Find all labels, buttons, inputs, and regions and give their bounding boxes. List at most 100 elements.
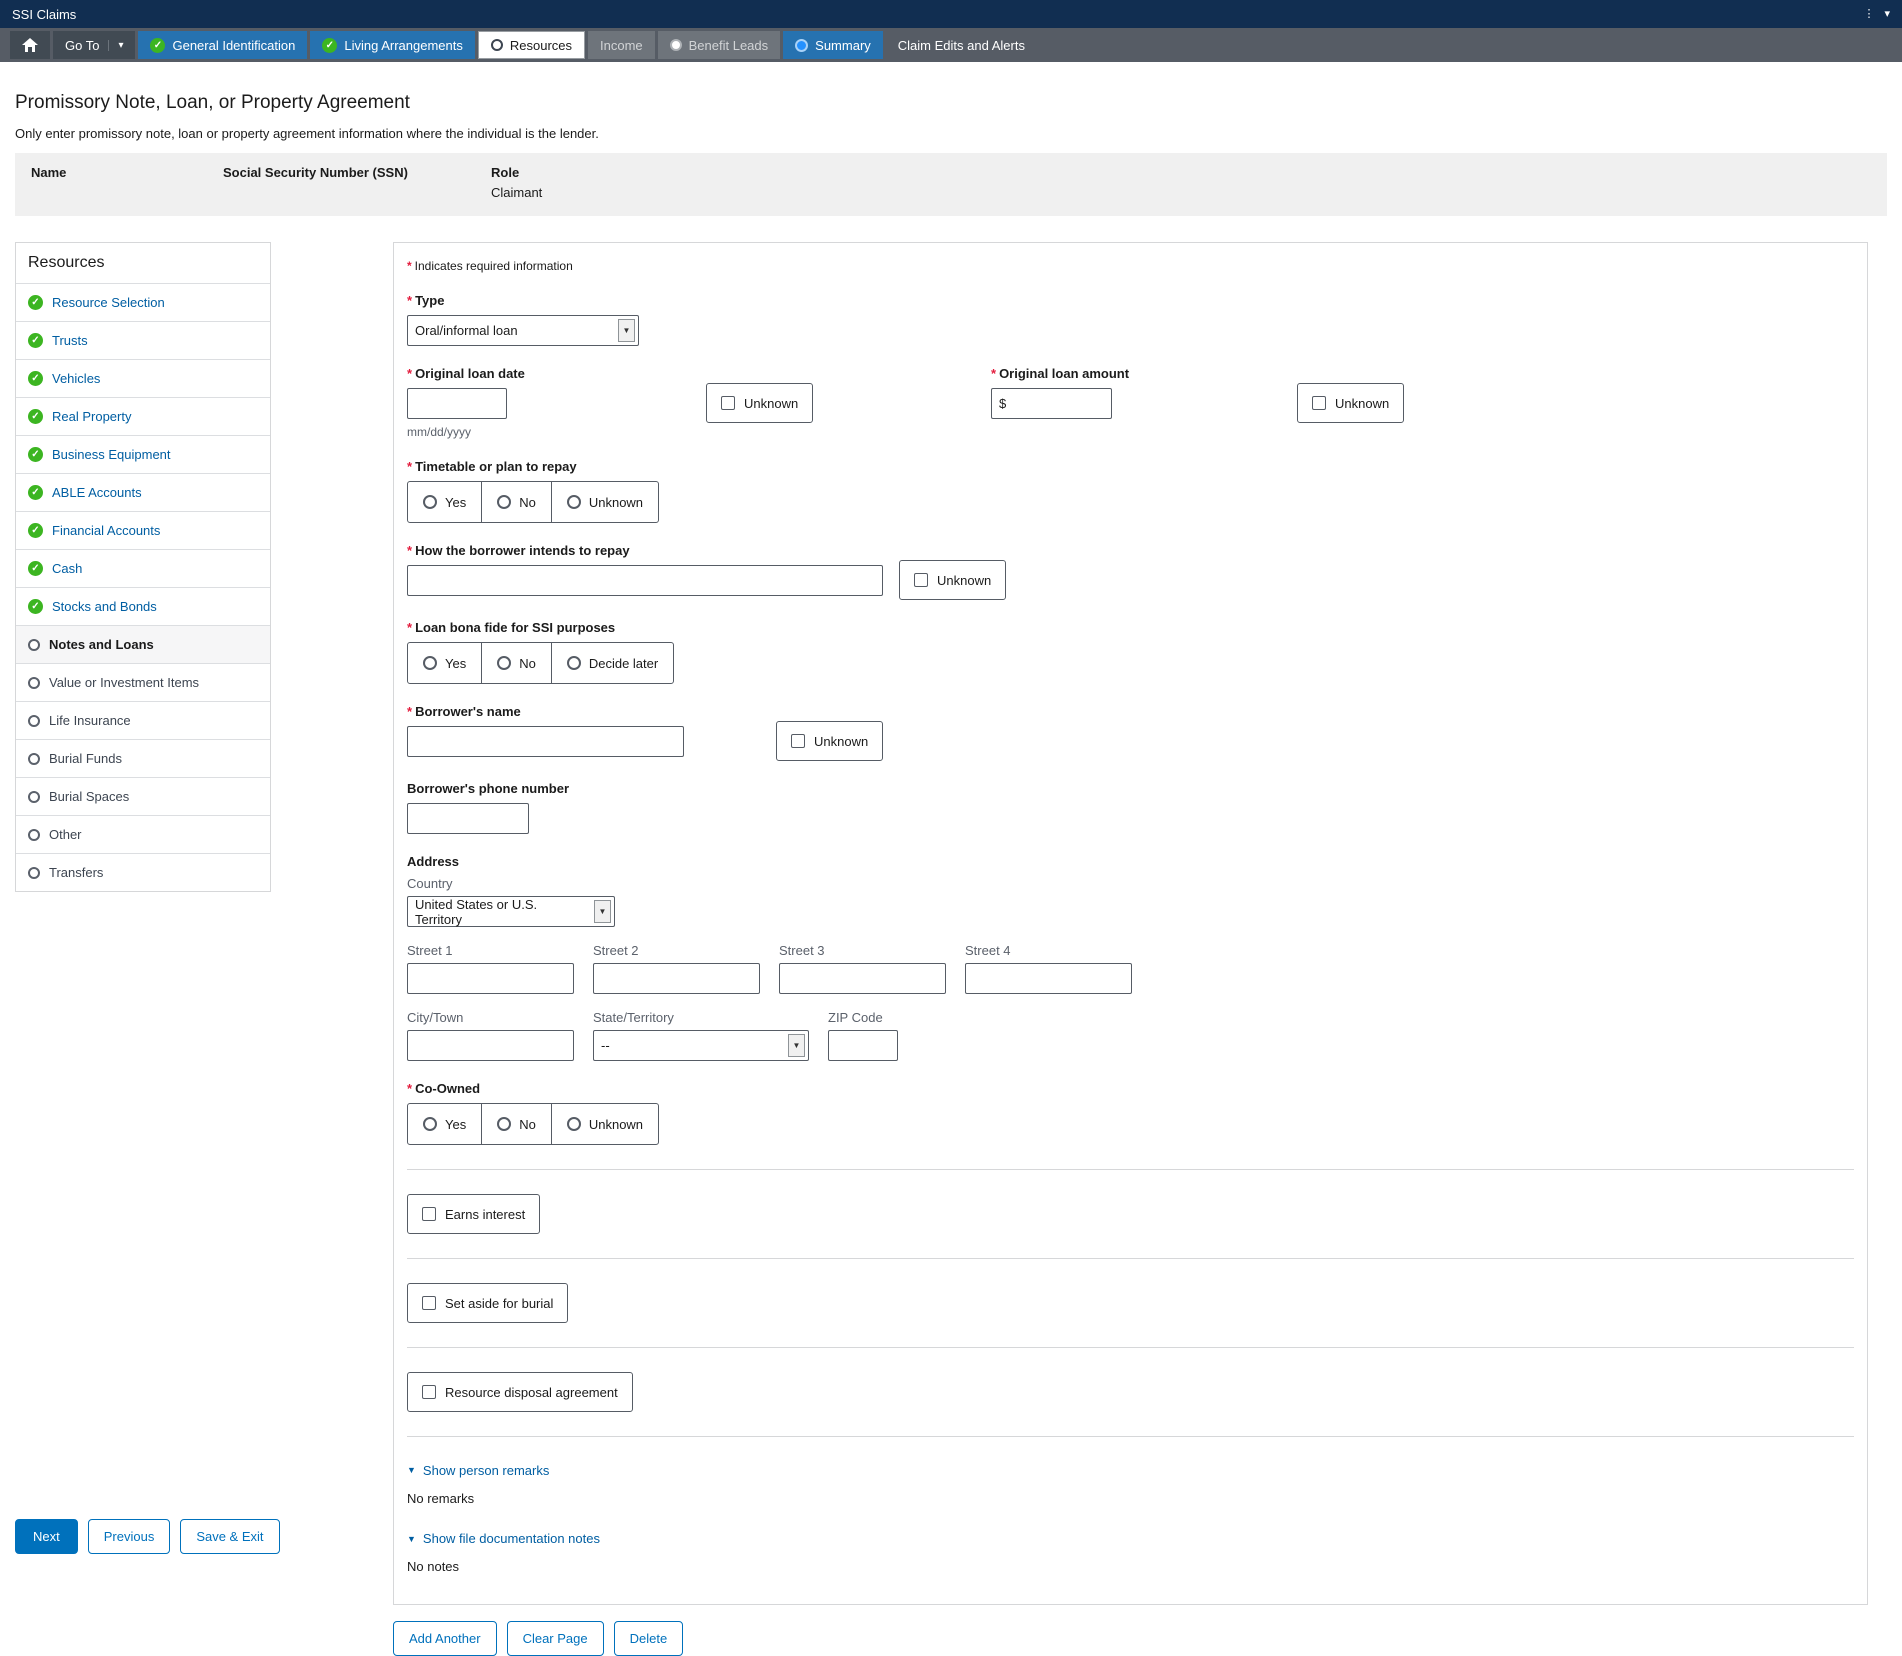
country-select[interactable]: United States or U.S. Territory ▼ xyxy=(407,896,615,927)
divider xyxy=(407,1169,1854,1170)
save-exit-button[interactable]: Save & Exit xyxy=(180,1519,280,1554)
co-owned-option-no[interactable]: No xyxy=(481,1104,551,1144)
repay-unknown-checkbox[interactable]: Unknown xyxy=(899,560,1007,600)
loan-date-amount-row: * Original loan date mm/dd/yyyy Unknown *… xyxy=(407,346,1854,439)
radio-icon xyxy=(497,656,512,670)
required-asterisk: * xyxy=(407,620,413,635)
timetable-option-yes[interactable]: Yes xyxy=(408,482,481,522)
borrower-name-unknown-checkbox[interactable]: Unknown xyxy=(776,721,884,761)
street4-label: Street 4 xyxy=(965,943,1011,958)
delete-button[interactable]: Delete xyxy=(613,1621,684,1656)
sidebar-item-other[interactable]: Other xyxy=(16,815,270,853)
street3-input[interactable] xyxy=(779,963,946,994)
sidebar-item-life-insurance[interactable]: Life Insurance xyxy=(16,701,270,739)
tab-living-arrangements[interactable]: ✓ Living Arrangements xyxy=(310,31,475,59)
co-owned-option-unknown[interactable]: Unknown xyxy=(550,1104,658,1144)
sidebar-item-trusts[interactable]: ✓ Trusts xyxy=(16,321,270,359)
loan-amount-unknown-checkbox[interactable]: Unknown xyxy=(1297,383,1405,423)
option-label: Yes xyxy=(445,494,467,510)
bona-fide-option-no[interactable]: No xyxy=(481,643,551,683)
currency-prefix: $ xyxy=(999,396,1007,411)
co-owned-label: * Co-Owned xyxy=(407,1081,1854,1096)
street3-label: Street 3 xyxy=(779,943,825,958)
required-asterisk: * xyxy=(407,459,413,474)
radio-icon xyxy=(497,1117,512,1131)
sidebar-item-able-accounts[interactable]: ✓ ABLE Accounts xyxy=(16,473,270,511)
street2-group: Street 2 xyxy=(593,943,760,994)
tab-income[interactable]: Income xyxy=(588,31,655,59)
chevron-down-icon[interactable]: ▾ xyxy=(1884,8,1890,20)
state-select[interactable]: -- ▼ xyxy=(593,1030,809,1061)
sidebar-item-value-or-investment-items[interactable]: Value or Investment Items xyxy=(16,663,270,701)
loan-date-input-col: mm/dd/yyyy xyxy=(407,388,507,439)
street1-label: Street 1 xyxy=(407,943,453,958)
person-summary-band: Name Social Security Number (SSN) Role C… xyxy=(15,153,1887,216)
sidebar-item-transfers[interactable]: Transfers xyxy=(16,853,270,891)
tab-benefit-leads[interactable]: Benefit Leads xyxy=(657,31,781,59)
sidebar-item-vehicles[interactable]: ✓ Vehicles xyxy=(16,359,270,397)
sidebar-item-financial-accounts[interactable]: ✓ Financial Accounts xyxy=(16,511,270,549)
bona-fide-label: * Loan bona fide for SSI purposes xyxy=(407,620,1854,635)
repay-input[interactable] xyxy=(407,565,883,596)
timetable-option-unknown[interactable]: Unknown xyxy=(550,482,658,522)
previous-button[interactable]: Previous xyxy=(87,1519,171,1554)
page-content: Promissory Note, Loan, or Property Agree… xyxy=(0,92,1902,216)
loan-date-unknown-checkbox[interactable]: Unknown xyxy=(706,383,814,423)
show-person-remarks-toggle[interactable]: ▼ Show person remarks xyxy=(407,1463,549,1478)
tab-general-identification[interactable]: ✓ General Identification xyxy=(138,31,308,59)
set-aside-burial-checkbox[interactable]: Set aside for burial xyxy=(407,1283,569,1323)
checkbox-icon xyxy=(422,1207,436,1221)
goto-dropdown[interactable]: Go To ▾ xyxy=(53,31,136,59)
borrower-name-input[interactable] xyxy=(407,726,684,757)
type-select[interactable]: Oral/informal loan ▼ xyxy=(407,315,639,346)
show-person-remarks-label: Show person remarks xyxy=(422,1462,550,1478)
sidebar-item-notes-and-loans[interactable]: Notes and Loans xyxy=(16,625,270,663)
titlebar-actions: ⋮ ▾ xyxy=(1863,8,1890,20)
street2-input[interactable] xyxy=(593,963,760,994)
tab-summary[interactable]: Summary xyxy=(783,31,883,59)
street4-input[interactable] xyxy=(965,963,1132,994)
tab-resources[interactable]: Resources xyxy=(477,31,585,59)
repay-label-text: How the borrower intends to repay xyxy=(415,543,630,558)
sidebar-item-resource-selection[interactable]: ✓ Resource Selection xyxy=(16,283,270,321)
radio-circle-icon xyxy=(28,638,40,651)
sidebar-item-business-equipment[interactable]: ✓ Business Equipment xyxy=(16,435,270,473)
clear-page-button[interactable]: Clear Page xyxy=(506,1621,604,1656)
borrower-phone-input[interactable] xyxy=(407,803,529,834)
kebab-menu-icon[interactable]: ⋮ xyxy=(1863,8,1874,20)
state-label: State/Territory xyxy=(593,1010,674,1025)
divider xyxy=(407,1258,1854,1259)
zip-input[interactable] xyxy=(828,1030,898,1061)
resource-disposal-checkbox[interactable]: Resource disposal agreement xyxy=(407,1372,633,1412)
sidebar-item-real-property[interactable]: ✓ Real Property xyxy=(16,397,270,435)
co-owned-option-yes[interactable]: Yes xyxy=(408,1104,481,1144)
radio-icon xyxy=(566,495,581,509)
earns-interest-checkbox[interactable]: Earns interest xyxy=(407,1194,541,1234)
sidebar-item-stocks-and-bonds[interactable]: ✓ Stocks and Bonds xyxy=(16,587,270,625)
bona-fide-option-decide-later[interactable]: Decide later xyxy=(550,643,673,683)
sidebar-item-label: Value or Investment Items xyxy=(49,675,200,690)
checkbox-icon xyxy=(422,1296,436,1310)
person-remarks-empty: No remarks xyxy=(407,1490,475,1506)
street1-group: Street 1 xyxy=(407,943,574,994)
next-button[interactable]: Next xyxy=(15,1519,78,1554)
sidebar-item-label: Resource Selection xyxy=(52,295,165,310)
add-another-button[interactable]: Add Another xyxy=(393,1621,497,1656)
sidebar-item-burial-funds[interactable]: Burial Funds xyxy=(16,739,270,777)
city-input[interactable] xyxy=(407,1030,574,1061)
earns-interest-label: Earns interest xyxy=(445,1206,526,1222)
show-file-notes-toggle[interactable]: ▼ Show file documentation notes xyxy=(407,1531,600,1546)
timetable-label: * Timetable or plan to repay xyxy=(407,459,1854,474)
loan-amount-input[interactable] xyxy=(1011,396,1104,411)
home-button[interactable] xyxy=(10,31,50,59)
select-arrow-icon: ▼ xyxy=(618,319,635,342)
timetable-option-no[interactable]: No xyxy=(481,482,551,522)
sidebar-item-cash[interactable]: ✓ Cash xyxy=(16,549,270,587)
street1-input[interactable] xyxy=(407,963,574,994)
checkbox-icon xyxy=(914,573,928,587)
radio-icon xyxy=(497,495,512,509)
loan-date-input[interactable] xyxy=(407,388,507,419)
tab-claim-edits-and-alerts[interactable]: Claim Edits and Alerts xyxy=(885,31,1037,59)
sidebar-item-burial-spaces[interactable]: Burial Spaces xyxy=(16,777,270,815)
bona-fide-option-yes[interactable]: Yes xyxy=(408,643,481,683)
